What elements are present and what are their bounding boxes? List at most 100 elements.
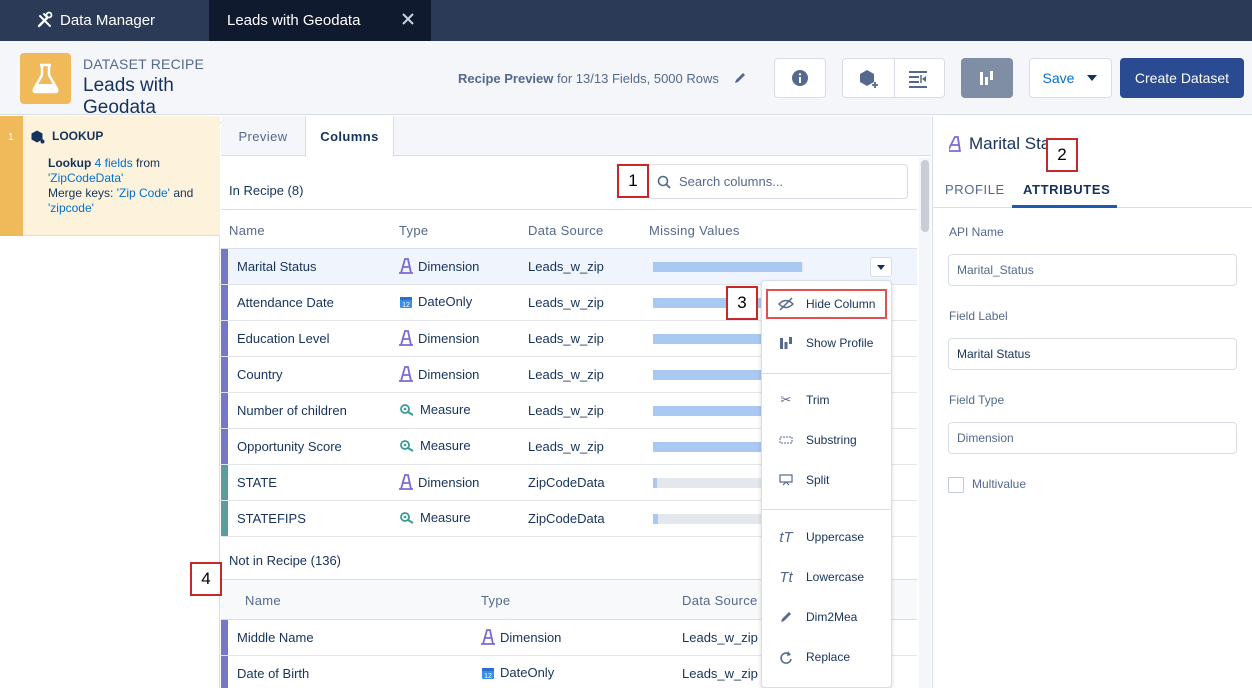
menu-label: Replace (806, 650, 851, 664)
tab-attributes[interactable]: ATTRIBUTES (1023, 182, 1110, 197)
merge-key-1[interactable]: 'Zip Code' (117, 186, 170, 200)
col-header-type[interactable]: Type (399, 223, 428, 238)
tab-columns[interactable]: Columns (305, 116, 394, 157)
row-source-bar (221, 357, 228, 392)
substring-icon (778, 432, 794, 448)
menu-label: Uppercase (806, 530, 865, 544)
column-type-label: Measure (420, 438, 471, 453)
column-source: ZipCodeData (528, 475, 605, 490)
column-source: ZipCodeData (528, 511, 605, 526)
row-source-bar (221, 285, 228, 320)
save-button[interactable]: Save (1029, 58, 1112, 98)
column-type-label: Dimension (500, 629, 562, 645)
search-icon (657, 175, 671, 189)
save-label: Save (1042, 70, 1075, 86)
calendar-icon: 12 (399, 295, 413, 309)
multivalue-checkbox[interactable] (948, 477, 964, 493)
tab-data-manager[interactable]: Data Manager (0, 0, 209, 41)
selected-column-title: Marital Sta (949, 134, 1050, 154)
column-source: Leads_w_zip (528, 403, 604, 418)
dimension-icon (399, 366, 413, 382)
menu-item-lowercase[interactable]: Tt Lowercase (762, 562, 891, 592)
search-field[interactable] (648, 164, 908, 199)
column-source: Leads_w_zip (528, 259, 604, 274)
not-in-recipe-heading: Not in Recipe (136) (229, 553, 341, 568)
column-source: Leads_w_zip (528, 295, 604, 310)
column-source: Leads_w_zip (528, 331, 604, 346)
panel-tabs: PROFILE ATTRIBUTES (933, 174, 1252, 208)
svg-text:12: 12 (484, 673, 492, 680)
row-source-bar (221, 249, 228, 284)
scissors-icon: ✂ (780, 392, 792, 407)
column-type-label: Measure (420, 402, 471, 417)
profile-toggle-button[interactable] (961, 58, 1013, 98)
measure-icon (399, 439, 415, 453)
tab-preview[interactable]: Preview (221, 116, 305, 156)
column-type: Dimension (399, 330, 479, 346)
row-source-bar (221, 393, 228, 428)
pencil-icon[interactable] (733, 71, 747, 85)
pencil-icon (778, 609, 794, 625)
column-type-label: Dimension (418, 366, 480, 382)
lookup-step-card[interactable]: 1 LOOKUP Lookup 4 fields from 'ZipCodeDa… (0, 116, 220, 236)
col-header-source-2[interactable]: Data Source (682, 593, 758, 608)
add-data-icon[interactable] (859, 69, 879, 89)
tab-profile[interactable]: PROFILE (945, 182, 1005, 197)
uppercase-icon: tT (779, 528, 793, 546)
scrollbar-thumb[interactable] (921, 160, 929, 232)
search-input[interactable] (679, 174, 899, 189)
field-label-field[interactable]: Marital Status (948, 338, 1237, 370)
menu-label: Dim2Mea (806, 610, 858, 624)
fields-link[interactable]: 4 fields (95, 156, 133, 170)
column-type: Dimension (481, 629, 561, 645)
column-type-label: Dimension (418, 330, 480, 346)
col-header-name[interactable]: Name (229, 223, 265, 238)
info-button[interactable] (774, 58, 826, 98)
col-header-missing[interactable]: Missing Values (649, 223, 740, 238)
field-type-field[interactable]: Dimension (948, 422, 1237, 454)
menu-item-trim[interactable]: ✂ Trim (762, 385, 891, 415)
menu-item-uppercase[interactable]: tT Uppercase (762, 522, 891, 552)
column-menu-button[interactable] (870, 257, 892, 277)
measure-icon (399, 403, 415, 417)
col-header-name-2[interactable]: Name (245, 593, 281, 608)
attributes-panel: Marital Sta PROFILE ATTRIBUTES API Name … (932, 116, 1252, 688)
tab-leads-with-geodata[interactable]: Leads with Geodata (209, 0, 431, 41)
menu-item-show-profile[interactable]: Show Profile (762, 328, 891, 358)
menu-item-dim2mea[interactable]: Dim2Mea (762, 602, 891, 632)
row-source-bar (221, 656, 228, 688)
col-header-type-2[interactable]: Type (481, 593, 510, 608)
column-type: 12 DateOnly (481, 665, 554, 680)
svg-text:12: 12 (402, 302, 410, 309)
step-marker: 1 (0, 116, 23, 236)
create-dataset-button[interactable]: Create Dataset (1120, 58, 1244, 98)
columns-transform-icon[interactable] (907, 69, 929, 89)
recipe-header: DATASET RECIPE Leads with Geodata Recipe… (0, 41, 1252, 123)
tools-icon (37, 11, 53, 28)
menu-item-split[interactable]: Split (762, 465, 891, 495)
column-source: Leads_w_zip (682, 630, 758, 645)
row-source-bar (221, 465, 228, 500)
source-link[interactable]: 'ZipCodeData' (48, 171, 123, 185)
multivalue-label: Multivalue (972, 477, 1027, 491)
menu-item-substring[interactable]: Substring (762, 425, 891, 455)
col-header-source[interactable]: Data Source (528, 223, 604, 238)
column-type: Dimension (399, 474, 479, 490)
recipe-type-label: DATASET RECIPE (83, 56, 205, 72)
menu-item-hide-column[interactable]: Hide Column (766, 289, 887, 319)
callout-1: 1 (617, 164, 649, 198)
merge-key-2[interactable]: 'zipcode' (48, 201, 94, 215)
chevron-down-icon (877, 264, 885, 270)
column-name: Marital Status (237, 259, 317, 274)
column-type: Dimension (399, 366, 479, 382)
menu-item-replace[interactable]: Replace (762, 642, 891, 672)
lookup-word: Lookup (48, 156, 92, 170)
eye-slash-icon (778, 296, 794, 312)
api-name-field[interactable]: Marital_Status (948, 254, 1237, 286)
tab-data-manager-label: Data Manager (60, 12, 156, 29)
column-context-menu: Hide Column Show Profile ✂ Trim Substring… (761, 280, 892, 688)
scrollbar[interactable] (919, 158, 931, 688)
step-description: Lookup 4 fields from 'ZipCodeData' Merge… (48, 156, 216, 216)
column-type: Measure (399, 510, 471, 525)
close-icon[interactable] (401, 12, 415, 26)
